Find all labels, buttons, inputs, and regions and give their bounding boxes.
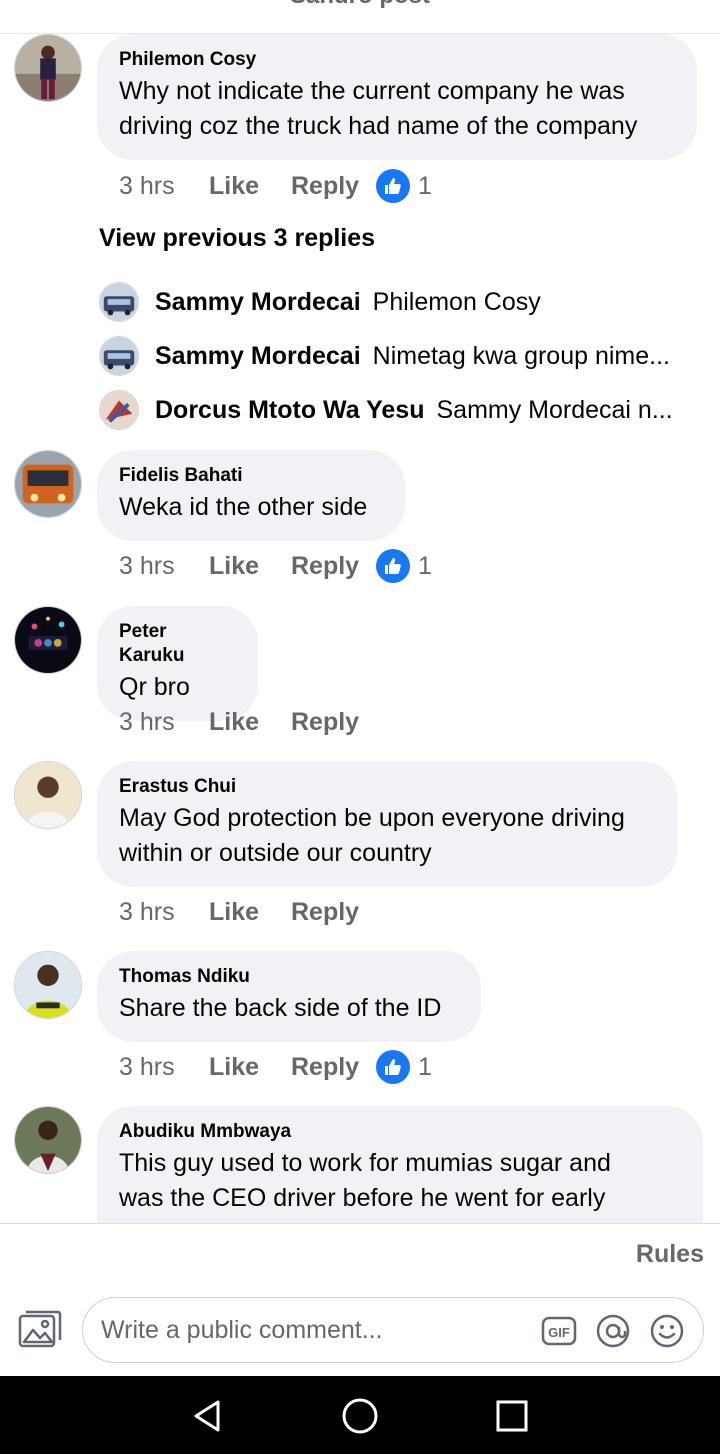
reply-item[interactable]: Sammy Mordecai Nimetag kwa group nime... (99, 336, 670, 376)
comment-time[interactable]: 3 hrs (119, 552, 209, 581)
comment-author[interactable]: Thomas Ndiku (119, 965, 459, 989)
reaction-summary[interactable]: 1 (376, 549, 432, 583)
comment-actions: 3 hrs Like Reply 1 (119, 548, 432, 584)
avatar[interactable] (99, 282, 139, 322)
comment-bubble[interactable]: Philemon Cosy Why not indicate the curre… (97, 34, 697, 160)
post-title: Sandro post (0, 0, 720, 10)
home-circle-icon[interactable] (340, 1396, 380, 1436)
comment-author[interactable]: Fidelis Bahati (119, 464, 383, 488)
reaction-summary[interactable]: 1 (376, 1050, 432, 1084)
comment-composer: Rules GIF (0, 1223, 720, 1376)
reply-button[interactable]: Reply (291, 708, 376, 737)
comment-author[interactable]: Erastus Chui (119, 775, 655, 799)
like-button[interactable]: Like (209, 552, 291, 581)
avatar[interactable] (14, 951, 82, 1019)
avatar[interactable] (14, 34, 82, 102)
smiley-icon[interactable] (649, 1313, 685, 1349)
reply-author[interactable]: Sammy Mordecai (155, 342, 361, 371)
comment-actions: 3 hrs Like Reply 1 (119, 168, 432, 204)
rules-link[interactable]: Rules (636, 1240, 704, 1269)
reply-text: Philemon Cosy (372, 287, 541, 316)
recents-square-icon[interactable] (492, 1396, 532, 1436)
comment-time[interactable]: 3 hrs (119, 898, 209, 927)
comment-text-line: Qr bro (119, 673, 190, 701)
comment-time[interactable]: 3 hrs (119, 1053, 209, 1082)
reply-button[interactable]: Reply (291, 898, 376, 927)
comment-text-line: Weka id the other side (119, 493, 368, 521)
avatar[interactable] (14, 1106, 82, 1174)
system-nav-bar (0, 1376, 720, 1454)
comment-input[interactable] (101, 1298, 521, 1362)
comment-bubble[interactable]: Abudiku Mmbwaya This guy used to work fo… (97, 1106, 703, 1223)
comment-bubble[interactable]: Thomas Ndiku Share the back side of the … (97, 951, 481, 1042)
comment-bubble[interactable]: Fidelis Bahati Weka id the other side (97, 450, 405, 541)
comment-time[interactable]: 3 hrs (119, 172, 209, 201)
avatar[interactable] (14, 606, 82, 674)
reply-author[interactable]: Sammy Mordecai (155, 288, 361, 317)
comment-author[interactable]: Peter Karuku (119, 620, 236, 668)
comment-text-line: May God protection be upon everyone driv… (119, 804, 625, 832)
comment-actions: 3 hrs Like Reply 1 (119, 1049, 432, 1085)
comment-bubble[interactable]: Erastus Chui May God protection be upon … (97, 761, 677, 887)
avatar[interactable] (14, 761, 82, 829)
thumbs-up-icon (376, 169, 410, 203)
reaction-count: 1 (418, 551, 432, 580)
view-previous-replies-link[interactable]: View previous 3 replies (99, 224, 375, 253)
reply-text: Nimetag kwa group nime... (372, 341, 670, 370)
like-button[interactable]: Like (209, 708, 291, 737)
comment-author[interactable]: Philemon Cosy (119, 48, 675, 72)
avatar[interactable] (99, 336, 139, 376)
reply-item[interactable]: Sammy Mordecai Philemon Cosy (99, 282, 541, 322)
like-button[interactable]: Like (209, 898, 291, 927)
reaction-summary[interactable]: 1 (376, 169, 432, 203)
comment-text-line: was the CEO driver before he went for ea… (119, 1184, 606, 1212)
gif-label: GIF (548, 1325, 570, 1340)
reply-author[interactable]: Dorcus Mtoto Wa Yesu (155, 396, 424, 425)
photo-icon[interactable] (18, 1310, 62, 1350)
reaction-count: 1 (418, 171, 432, 200)
comment-text-line: within or outside our country (119, 839, 432, 867)
reply-button[interactable]: Reply (291, 552, 376, 581)
at-icon[interactable] (595, 1313, 631, 1349)
comments-feed[interactable]: Philemon Cosy Why not indicate the curre… (0, 34, 720, 1223)
comment-author[interactable]: Abudiku Mmbwaya (119, 1120, 681, 1144)
comment-text-line: Why not indicate the current company he … (119, 77, 625, 105)
like-button[interactable]: Like (209, 1053, 291, 1082)
avatar[interactable] (14, 450, 82, 518)
avatar[interactable] (99, 390, 139, 430)
comment-text-line: Share the back side of the ID (119, 994, 442, 1022)
gif-icon[interactable]: GIF (541, 1313, 577, 1349)
thumbs-up-icon (376, 549, 410, 583)
comment-text-line: driving coz the truck had name of the co… (119, 112, 638, 140)
comment-text-line: This guy used to work for mumias sugar a… (119, 1149, 611, 1177)
comment-time[interactable]: 3 hrs (119, 708, 209, 737)
back-triangle-icon[interactable] (188, 1396, 228, 1436)
comment-field[interactable]: GIF (82, 1297, 704, 1363)
post-header: Sandro post (0, 0, 720, 34)
reply-button[interactable]: Reply (291, 1053, 376, 1082)
comment-actions: 3 hrs Like Reply (119, 704, 376, 740)
reply-item[interactable]: Dorcus Mtoto Wa Yesu Sammy Mordecai n... (99, 390, 673, 430)
like-button[interactable]: Like (209, 172, 291, 201)
reply-button[interactable]: Reply (291, 172, 376, 201)
reply-text: Sammy Mordecai n... (436, 395, 673, 424)
thumbs-up-icon (376, 1050, 410, 1084)
reaction-count: 1 (418, 1052, 432, 1081)
comment-actions: 3 hrs Like Reply (119, 894, 376, 930)
